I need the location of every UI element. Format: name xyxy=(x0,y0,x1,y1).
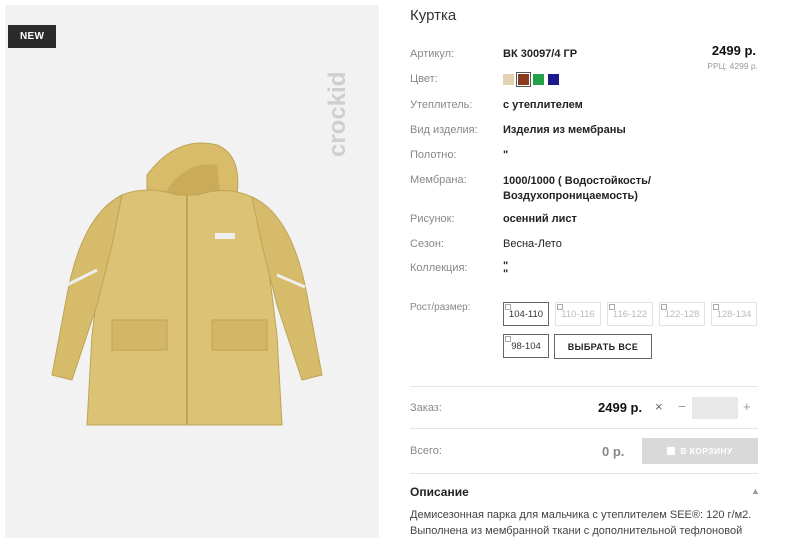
brand-logo-text: crockid xyxy=(324,72,351,157)
divider xyxy=(410,386,758,387)
divider xyxy=(410,473,758,474)
size-option-label: 104-110 xyxy=(508,308,544,320)
insulation-value: с утеплителем xyxy=(503,99,583,111)
select-all-sizes-button[interactable]: ВЫБРАТЬ ВСЕ xyxy=(554,334,652,359)
size-option-98-104[interactable]: 98-104 xyxy=(503,334,549,358)
size-checkbox[interactable] xyxy=(557,304,563,310)
chevron-up-icon[interactable]: ▲ xyxy=(751,486,760,496)
size-option-128-134[interactable]: 128-134 xyxy=(711,302,757,326)
size-label: Рост/размер: xyxy=(410,302,471,313)
size-checkbox[interactable] xyxy=(609,304,615,310)
collection-value: " " xyxy=(503,260,509,280)
color-swatches xyxy=(503,72,559,87)
divider xyxy=(410,428,758,429)
quantity-input[interactable] xyxy=(692,397,738,419)
size-checkbox[interactable] xyxy=(661,304,667,310)
fabric-value: " xyxy=(503,149,509,161)
total-label: Всего: xyxy=(410,445,442,457)
size-option-label: 116-122 xyxy=(612,308,648,320)
product-price: 2499 р. xyxy=(711,43,756,58)
pattern-value: осенний лист xyxy=(503,213,577,225)
total-value: 0 р. xyxy=(602,444,625,459)
collection-label: Коллекция: xyxy=(410,262,468,274)
remove-icon[interactable]: × xyxy=(655,399,663,414)
color-label: Цвет: xyxy=(410,73,438,85)
season-value: Весна-Лето xyxy=(503,238,562,250)
color-swatch-green[interactable] xyxy=(533,74,544,85)
fabric-label: Полотно: xyxy=(410,149,457,161)
color-swatch-beige[interactable] xyxy=(503,74,514,85)
brand-logo: crockid xyxy=(324,72,351,157)
description-title[interactable]: Описание xyxy=(410,485,469,499)
season-label: Сезон: xyxy=(410,238,444,250)
membrane-value: 1000/1000 ( Водостойкость/ Воздухопрониц… xyxy=(503,175,651,202)
color-swatch-brown[interactable] xyxy=(516,72,531,87)
product-title: Куртка xyxy=(410,7,457,24)
size-option-label: 128-134 xyxy=(716,308,752,320)
pattern-label: Рисунок: xyxy=(410,213,455,225)
rrp-price: РРЦ: 4299 р. xyxy=(707,61,758,71)
insulation-label: Утеплитель: xyxy=(410,99,473,111)
quantity-plus-button[interactable]: + xyxy=(743,399,751,414)
size-option-110-116[interactable]: 110-116 xyxy=(555,302,601,326)
quantity-minus-button[interactable]: − xyxy=(678,398,686,414)
size-checkbox[interactable] xyxy=(505,336,511,342)
product-photo[interactable]: NEW crockid xyxy=(5,5,379,538)
product-type-value: Изделия из мембраны xyxy=(503,124,626,136)
product-type-label: Вид изделия: xyxy=(410,124,478,136)
size-checkbox[interactable] xyxy=(505,304,511,310)
article-label: Артикул: xyxy=(410,48,455,60)
color-swatch-navy[interactable] xyxy=(548,74,559,85)
size-option-122-128[interactable]: 122-128 xyxy=(659,302,705,326)
description-text: Демисезонная парка для мальчика с утепли… xyxy=(410,509,752,537)
membrane-label: Мембрана: xyxy=(410,174,467,186)
article-value: ВК 30097/4 ГР xyxy=(503,48,578,60)
order-price: 2499 р. xyxy=(598,400,643,415)
jacket-image xyxy=(51,142,323,426)
add-to-cart-label: В КОРЗИНУ xyxy=(680,446,733,456)
size-option-label: 110-116 xyxy=(561,308,595,320)
shopping-bag-icon xyxy=(667,447,676,455)
new-badge: NEW xyxy=(8,25,57,48)
size-option-label: 98-104 xyxy=(511,340,541,352)
size-option-104-110[interactable]: 104-110 xyxy=(503,302,549,326)
size-checkbox[interactable] xyxy=(713,304,719,310)
add-to-cart-button[interactable]: В КОРЗИНУ xyxy=(642,438,758,464)
size-option-label: 122-128 xyxy=(664,308,700,320)
order-label: Заказ: xyxy=(410,402,442,414)
size-option-116-122[interactable]: 116-122 xyxy=(607,302,653,326)
